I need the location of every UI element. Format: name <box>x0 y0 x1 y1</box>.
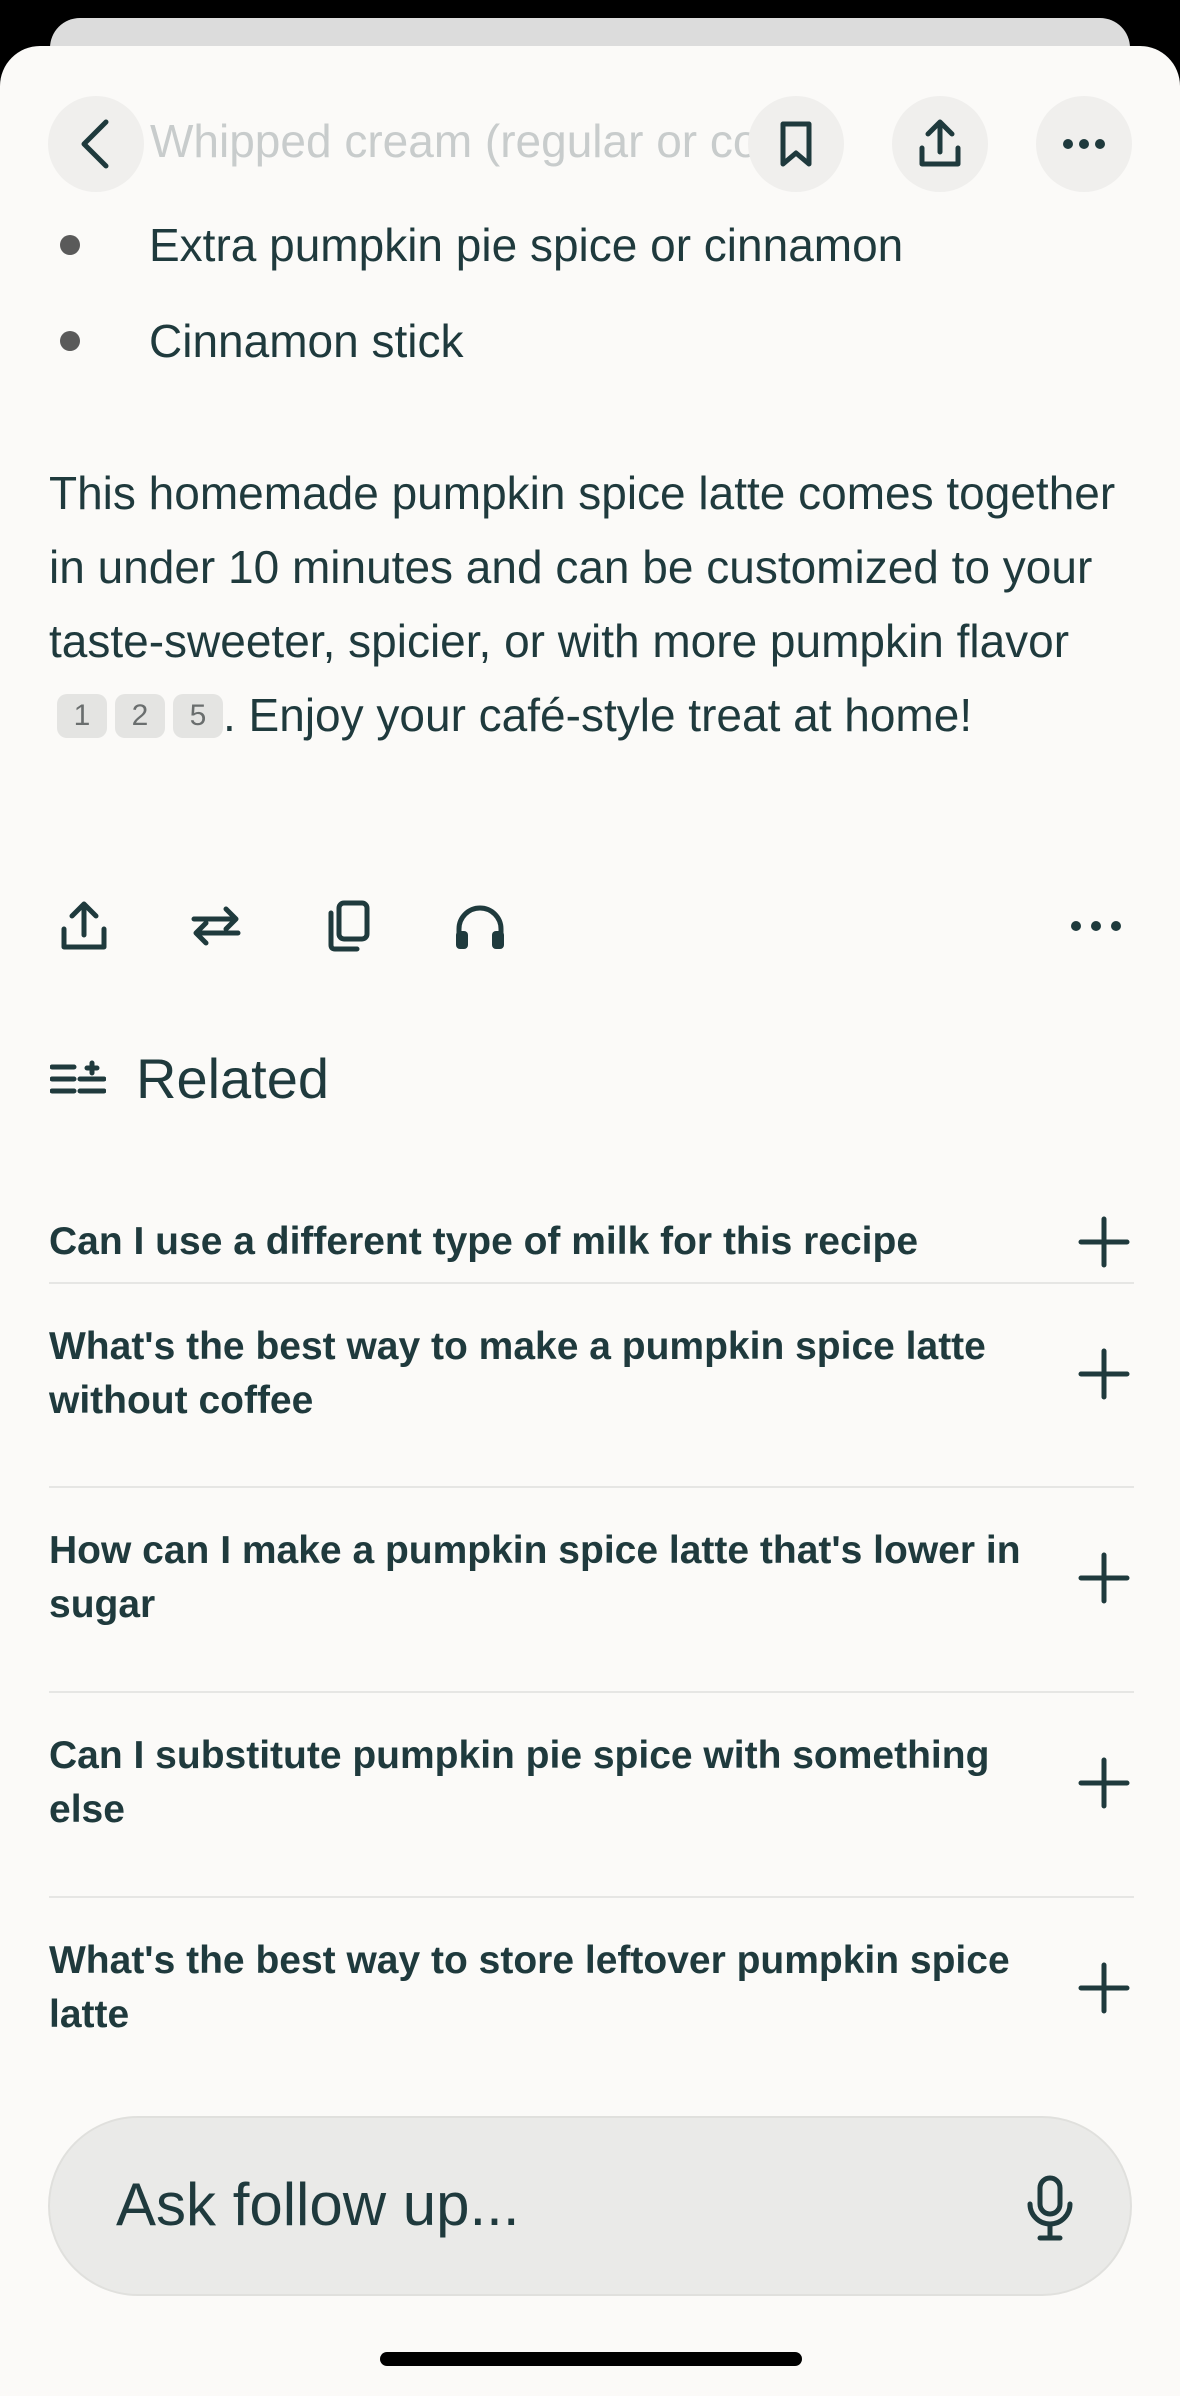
citation-badge[interactable]: 1 <box>57 694 107 738</box>
divider <box>49 1691 1134 1693</box>
copy-icon <box>328 900 370 952</box>
list-item-text: Extra pumpkin pie spice or cinnamon <box>149 219 904 271</box>
more-options-button[interactable] <box>1036 96 1132 192</box>
related-title: Related <box>136 1047 330 1110</box>
ask-follow-up-input[interactable]: Ask follow up... <box>48 2116 1132 2296</box>
answer-text: This homemade pumpkin spice latte comes … <box>49 467 1116 667</box>
related-question[interactable]: How can I make a pumpkin spice latte tha… <box>49 1500 1134 1656</box>
related-question-text: How can I make a pumpkin spice latte tha… <box>49 1529 1021 1626</box>
answer-text: . Enjoy your café-style treat at home! <box>223 689 973 741</box>
related-question[interactable]: What's the best way to store leftover pu… <box>49 1910 1134 2066</box>
plus-icon[interactable] <box>1074 1548 1134 1608</box>
microphone-icon[interactable] <box>1020 2174 1080 2244</box>
share-icon <box>919 119 961 167</box>
related-question[interactable]: What's the best way to make a pumpkin sp… <box>49 1296 1134 1452</box>
listen-button[interactable] <box>450 896 510 956</box>
related-question[interactable]: Can I substitute pumpkin pie spice with … <box>49 1705 1134 1861</box>
bookmark-button[interactable] <box>748 96 844 192</box>
plus-icon[interactable] <box>1074 1753 1134 1813</box>
divider <box>49 1896 1134 1898</box>
plus-icon[interactable] <box>1074 1344 1134 1404</box>
plus-icon[interactable] <box>1074 1212 1134 1272</box>
divider <box>49 1486 1134 1488</box>
back-button[interactable] <box>48 96 144 192</box>
divider <box>49 1282 1134 1284</box>
related-header: Related <box>50 1046 329 1111</box>
related-question-text: Can I substitute pumpkin pie spice with … <box>49 1734 990 1831</box>
rewrite-icon <box>191 906 241 946</box>
answer-sheet: Whipped cream (regular or coconut) Extra… <box>0 46 1180 2396</box>
chevron-left-icon <box>81 119 109 169</box>
related-question-text: Can I use a different type of milk for t… <box>49 1220 919 1263</box>
copy-button[interactable] <box>318 896 378 956</box>
bullet-dot <box>60 331 80 351</box>
scrolled-content-faded: Whipped cream (regular or coconut) <box>150 115 800 167</box>
citation-badge[interactable]: 2 <box>115 694 165 738</box>
answer-paragraph: This homemade pumpkin spice latte comes … <box>49 456 1119 752</box>
headphones-icon <box>456 905 504 949</box>
plus-icon[interactable] <box>1074 1958 1134 2018</box>
bookmark-icon <box>780 121 812 167</box>
list-item: Cinnamon stick <box>60 314 463 368</box>
related-question-text: What's the best way to store leftover pu… <box>49 1939 1010 2036</box>
home-indicator[interactable] <box>380 2352 802 2366</box>
rewrite-button[interactable] <box>186 896 246 956</box>
share-answer-button[interactable] <box>54 896 114 956</box>
related-list-icon <box>50 1060 106 1093</box>
related-question-text: What's the best way to make a pumpkin sp… <box>49 1325 986 1422</box>
more-horizontal-icon <box>1071 921 1121 931</box>
list-item: Extra pumpkin pie spice or cinnamon <box>60 218 903 272</box>
citation-badge[interactable]: 5 <box>173 694 223 738</box>
related-question[interactable]: Can I use a different type of milk for t… <box>49 1168 1134 1316</box>
more-horizontal-icon <box>1063 139 1105 149</box>
share-button[interactable] <box>892 96 988 192</box>
ask-placeholder: Ask follow up... <box>116 2171 520 2238</box>
share-icon <box>61 901 107 950</box>
bullet-dot <box>60 235 80 255</box>
answer-more-button[interactable] <box>1066 896 1126 956</box>
list-item-text: Cinnamon stick <box>149 315 464 367</box>
